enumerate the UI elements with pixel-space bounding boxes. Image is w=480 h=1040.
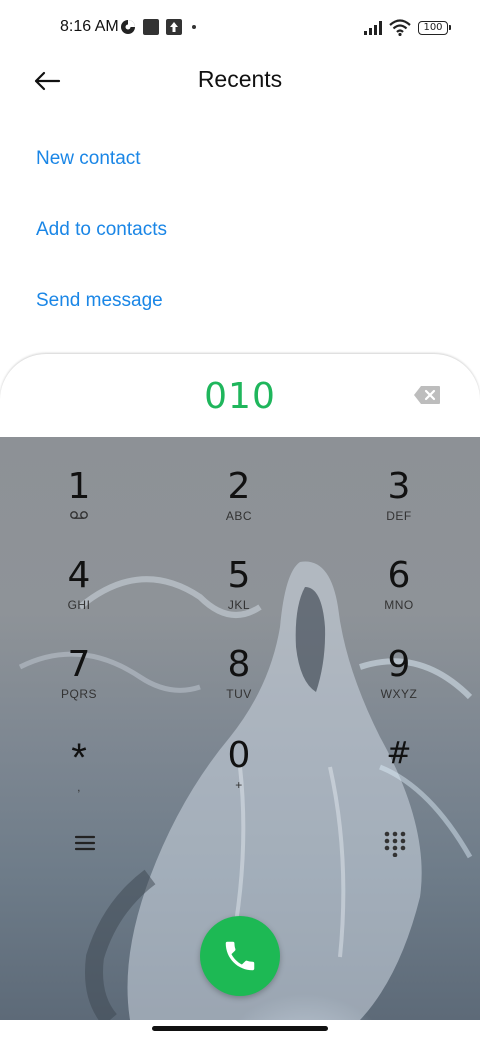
key-star[interactable]: * , [19,738,139,818]
key-digit: 5 [227,555,251,596]
key-letters: GHI [67,598,91,612]
key-2[interactable]: 2 ABC [179,467,299,547]
key-digit: # [386,736,412,771]
dialpad-toggle-button[interactable] [383,831,407,858]
key-9[interactable]: 9 WXYZ [339,645,459,725]
phone-icon [225,941,255,971]
key-4[interactable]: 4 GHI [19,556,139,636]
key-digit: 7 [67,644,91,685]
page-title: Recents [197,66,283,92]
call-button[interactable] [200,916,280,996]
home-indicator[interactable] [152,1026,328,1031]
key-digit: 6 [387,555,411,596]
new-contact-link[interactable]: New contact [36,148,141,170]
key-letters: + [235,778,243,792]
data-saver-icon [120,18,136,36]
dialed-number: 010 [204,376,276,417]
key-5[interactable]: 5 JKL [179,556,299,636]
key-digit: 3 [387,466,411,507]
key-digit: 2 [227,466,251,507]
key-6[interactable]: 6 MNO [339,556,459,636]
add-to-contacts-link[interactable]: Add to contacts [36,219,167,241]
key-hash[interactable]: # [339,734,459,814]
battery-indicator: 100 [418,21,451,35]
key-digit: 4 [67,555,91,596]
key-digit: 9 [387,644,411,685]
wifi-icon [389,18,411,36]
signal-icon [364,18,386,36]
key-3[interactable]: 3 DEF [339,467,459,547]
key-0[interactable]: 0 + [179,736,299,816]
backspace-icon [414,386,440,404]
key-letters: WXYZ [380,687,418,701]
menu-button[interactable] [72,832,98,854]
key-letters: MNO [384,598,414,612]
voicemail-icon [70,511,88,519]
key-digit: 1 [67,466,91,507]
key-digit: 8 [227,644,251,685]
key-letters: TUV [226,687,252,701]
more-dot-icon [192,25,196,29]
key-digit: 0 [227,735,251,776]
key-8[interactable]: 8 TUV [179,645,299,725]
key-letters: ABC [225,509,253,523]
upload-notification-icon [166,18,182,36]
backspace-button[interactable] [413,385,441,405]
key-letters: , [77,780,81,794]
square-notification-icon [143,18,159,36]
key-1[interactable]: 1 [19,467,139,547]
status-bar: 8:16 AM 100 [0,0,480,56]
send-message-link[interactable]: Send message [36,290,163,312]
key-letters: PQRS [60,687,97,701]
menu-lines-icon [74,835,96,851]
key-7[interactable]: 7 PQRS [19,645,139,725]
key-digit: * [71,736,87,780]
key-letters: DEF [386,509,412,523]
key-letters: JKL [227,598,251,612]
status-time: 8:16 AM [60,18,119,35]
dialpad-icon [384,831,406,858]
